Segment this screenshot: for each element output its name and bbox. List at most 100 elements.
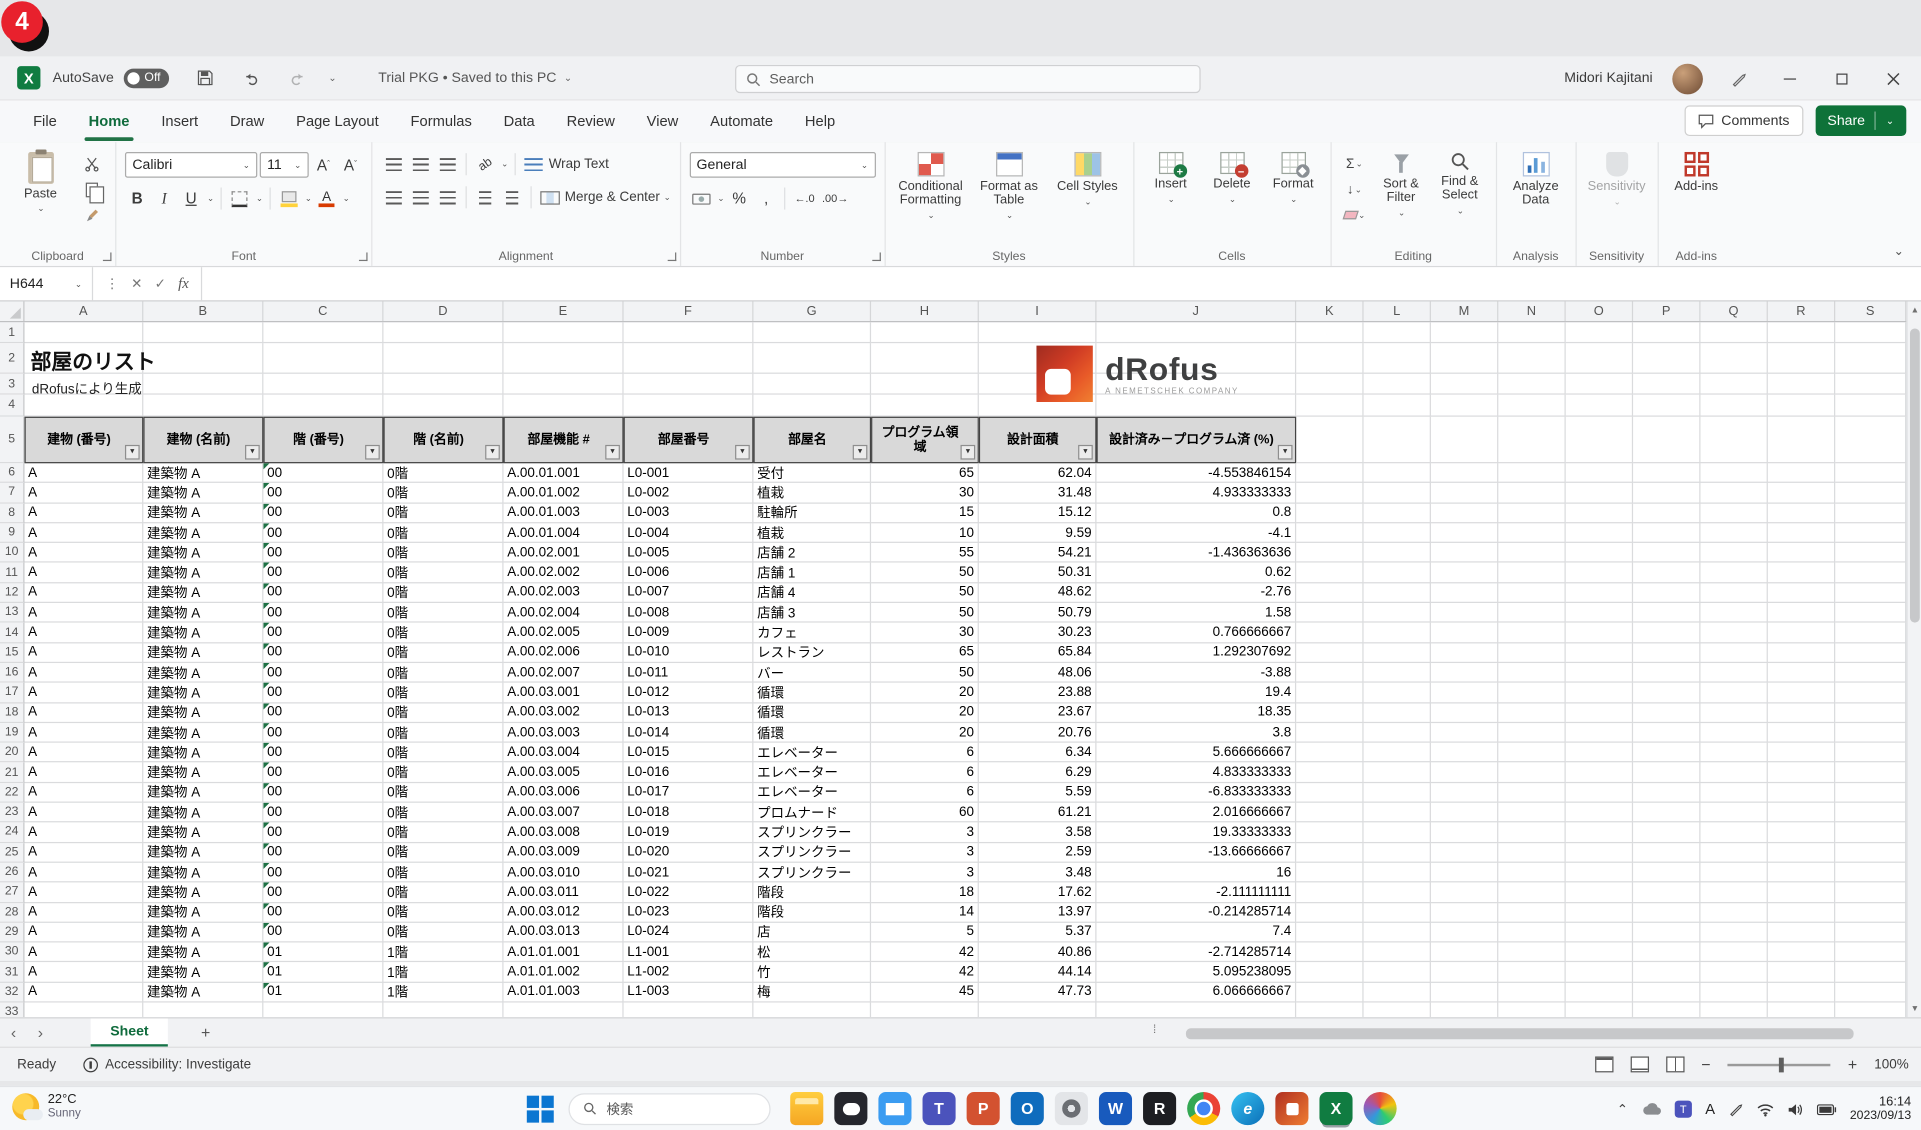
cell[interactable] xyxy=(1498,322,1565,343)
cell[interactable] xyxy=(1296,723,1363,743)
cell[interactable] xyxy=(1364,683,1431,703)
cell[interactable] xyxy=(1364,723,1431,743)
formula-input[interactable] xyxy=(202,267,1921,300)
comments-button[interactable]: Comments xyxy=(1685,105,1803,136)
cell[interactable]: 20 xyxy=(871,703,979,723)
cell[interactable] xyxy=(1296,943,1363,963)
cell[interactable] xyxy=(1566,823,1633,843)
cell[interactable] xyxy=(143,374,263,395)
cell[interactable]: A xyxy=(25,683,144,703)
cell[interactable] xyxy=(1633,923,1700,943)
collapse-ribbon-icon[interactable]: ⌄ xyxy=(1894,245,1904,258)
cell[interactable] xyxy=(1835,623,1906,643)
taskbar-app-excel[interactable] xyxy=(1319,1092,1352,1125)
cell[interactable]: A xyxy=(25,903,144,923)
tray-teams-icon[interactable]: T xyxy=(1675,1101,1692,1118)
cell[interactable] xyxy=(504,322,624,343)
cell[interactable]: スプリンクラー xyxy=(753,843,871,863)
cell[interactable]: 建築物 A xyxy=(143,483,263,503)
percent-style-button[interactable]: % xyxy=(727,186,752,211)
row-header-17[interactable]: 17 xyxy=(0,683,25,703)
cell[interactable]: 建築物 A xyxy=(143,583,263,603)
cell[interactable]: 0階 xyxy=(383,903,503,923)
cell[interactable] xyxy=(1768,663,1835,683)
cell[interactable]: 松 xyxy=(753,943,871,963)
taskbar-clock[interactable]: 16:14 2023/09/13 xyxy=(1850,1096,1911,1123)
cell[interactable]: 65.84 xyxy=(979,643,1097,663)
ribbon-tab-view[interactable]: View xyxy=(631,100,694,142)
cell[interactable] xyxy=(1566,374,1633,395)
cell[interactable] xyxy=(1498,603,1565,623)
cell[interactable]: 建築物 A xyxy=(143,823,263,843)
select-all-corner[interactable] xyxy=(0,301,25,321)
cell[interactable] xyxy=(1498,943,1565,963)
ribbon-tab-data[interactable]: Data xyxy=(488,100,551,142)
column-header-B[interactable]: B xyxy=(143,301,263,321)
taskbar-app-color-tool[interactable] xyxy=(1364,1092,1397,1125)
cell[interactable]: 55 xyxy=(871,543,979,563)
copy-button[interactable] xyxy=(77,178,106,201)
cell[interactable]: A.00.03.001 xyxy=(504,683,624,703)
cell[interactable]: L0-013 xyxy=(624,703,754,723)
cell[interactable]: 5 xyxy=(871,923,979,943)
cell[interactable] xyxy=(1296,583,1363,603)
filter-button[interactable]: ▾ xyxy=(853,445,868,460)
cell[interactable] xyxy=(1633,743,1700,763)
cell[interactable] xyxy=(1566,623,1633,643)
cell[interactable] xyxy=(1498,395,1565,417)
cell[interactable] xyxy=(1633,683,1700,703)
row-header-10[interactable]: 10 xyxy=(0,543,25,563)
row-header-18[interactable]: 18 xyxy=(0,703,25,723)
cell[interactable]: L0-006 xyxy=(624,563,754,583)
increase-indent-button[interactable] xyxy=(500,185,525,210)
column-filter-header[interactable]: 建物 (名前)▾ xyxy=(143,417,263,464)
cell[interactable] xyxy=(1296,703,1363,723)
row-header-33[interactable]: 33 xyxy=(0,1003,25,1018)
cell[interactable] xyxy=(1364,983,1431,1003)
cell[interactable] xyxy=(1633,322,1700,343)
cell[interactable] xyxy=(263,374,383,395)
format-as-table-button[interactable]: Format as Table⌄ xyxy=(972,150,1046,221)
cell[interactable]: 建築物 A xyxy=(143,883,263,903)
cell[interactable] xyxy=(1633,543,1700,563)
font-name-select[interactable]: Calibri⌄ xyxy=(125,152,257,178)
cell[interactable]: 13.97 xyxy=(979,903,1097,923)
cell[interactable]: L0-007 xyxy=(624,583,754,603)
cell[interactable]: 15.12 xyxy=(979,503,1097,523)
confirm-entry-button[interactable]: ✓ xyxy=(155,276,166,292)
row-header-13[interactable]: 13 xyxy=(0,603,25,623)
cell[interactable]: 店舗 4 xyxy=(753,583,871,603)
cell[interactable] xyxy=(1835,643,1906,663)
cell[interactable]: 0.62 xyxy=(1096,563,1296,583)
cell[interactable]: A xyxy=(25,803,144,823)
taskbar-app-chrome[interactable] xyxy=(1187,1092,1220,1125)
cell[interactable] xyxy=(1835,903,1906,923)
cell[interactable] xyxy=(1835,395,1906,417)
cell[interactable] xyxy=(1296,923,1363,943)
search-input[interactable]: Search xyxy=(735,65,1201,93)
cell[interactable]: 50 xyxy=(871,583,979,603)
cell[interactable]: 00 xyxy=(263,623,383,643)
column-header-K[interactable]: K xyxy=(1296,301,1363,321)
bold-button[interactable]: B xyxy=(125,186,150,211)
cell[interactable] xyxy=(1768,417,1835,464)
cell[interactable] xyxy=(1835,803,1906,823)
cell[interactable] xyxy=(1633,563,1700,583)
cell[interactable] xyxy=(1364,963,1431,983)
cell[interactable]: -4.1 xyxy=(1096,523,1296,543)
cell[interactable] xyxy=(1566,1003,1633,1018)
cell[interactable] xyxy=(1633,863,1700,883)
cell[interactable] xyxy=(1768,903,1835,923)
cell[interactable] xyxy=(1431,1003,1498,1018)
cell[interactable] xyxy=(1498,763,1565,783)
column-header-R[interactable]: R xyxy=(1768,301,1835,321)
cell[interactable]: -2.714285714 xyxy=(1096,943,1296,963)
cell[interactable] xyxy=(1498,823,1565,843)
autosave-toggle[interactable]: Off xyxy=(124,68,170,88)
cell[interactable] xyxy=(1633,703,1700,723)
cell[interactable] xyxy=(1498,343,1565,374)
align-middle-button[interactable] xyxy=(408,152,433,177)
cell[interactable]: 建築物 A xyxy=(143,963,263,983)
cell[interactable] xyxy=(1364,343,1431,374)
cell[interactable] xyxy=(1700,703,1767,723)
